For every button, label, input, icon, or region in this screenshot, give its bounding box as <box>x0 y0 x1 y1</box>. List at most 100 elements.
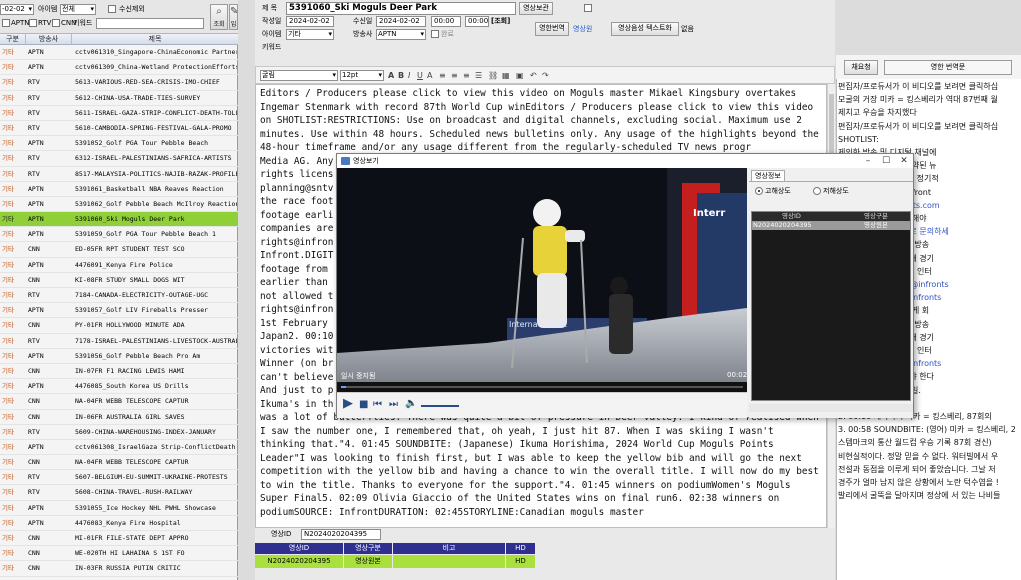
list-item[interactable]: 기타 APTN4476082_Australia Stranded Livesto… <box>0 577 238 580</box>
list-item[interactable]: 기타 RTV 5610-CAMBODIA-SPRING-FESTIVAL-GALA-… <box>0 121 238 137</box>
video-list-row[interactable]: N2024020204395 영상원본 <box>752 221 910 230</box>
grid-cell-hd[interactable]: HD <box>506 555 535 568</box>
broadcaster-select[interactable]: APTN <box>376 29 426 40</box>
font-size-select[interactable]: 12pt <box>340 70 384 81</box>
video-keep-button[interactable]: 영상보관 <box>519 2 553 15</box>
column-header-broadcaster[interactable]: 방송사 <box>26 34 72 45</box>
next-icon[interactable]: ⏭ <box>389 399 398 410</box>
stop-icon[interactable]: ■ <box>359 399 368 410</box>
bold-button-icon[interactable]: B <box>398 71 404 80</box>
list-item[interactable]: 기타 RTV 5608-CHINA-TRAVEL-RUSH-RAILWAY <box>0 485 238 501</box>
list-item[interactable]: 기타 APTN 5391060_Ski Moguls Deer Park <box>0 212 238 228</box>
minimize-icon[interactable]: – <box>859 154 877 168</box>
scroll-thumb[interactable] <box>829 94 834 154</box>
volume-icon[interactable]: 🔈 <box>405 398 417 409</box>
list-item[interactable]: 기타 RTV 7184-CANADA-ELECTRICITY-OUTAGE-UGC <box>0 288 238 304</box>
time-from-input[interactable]: 00:00 <box>431 16 461 27</box>
list-item[interactable]: 기타 APTN 5391057_Golf LIV Fireballs Presser <box>0 303 238 319</box>
query-button[interactable]: ⌕ 조회 <box>210 4 228 30</box>
list-item[interactable]: 기타 APTN 5391052_Golf PGA Tour Pebble Beach <box>0 136 238 152</box>
high-quality-radio[interactable] <box>755 187 763 195</box>
list-item[interactable]: 기타 CNN ED-05FR RPT STUDENT TEST SCO <box>0 242 238 258</box>
tab-transcript[interactable]: 영상원 <box>573 25 592 34</box>
image-icon[interactable]: ▣ <box>516 71 524 80</box>
aptn-checkbox[interactable] <box>2 19 10 27</box>
list-item[interactable]: 기타 APTN cctv061308_IsraelGaza Strip-Confli… <box>0 440 238 456</box>
received-date-input[interactable]: 2024-02-02 <box>376 16 426 27</box>
list-item[interactable]: 기타 RTV 5611-ISRAEL-GAZA-STRIP-CONFLICT-DEA… <box>0 106 238 121</box>
align-left-icon[interactable]: ≡ <box>439 71 446 80</box>
tab-none[interactable]: 없음 <box>681 25 694 34</box>
bold-icon[interactable]: A <box>388 71 394 80</box>
grid-cell-video-type[interactable]: 영상원본 <box>344 555 392 568</box>
redo-icon[interactable]: ↷ <box>542 71 549 80</box>
grid-cell-note[interactable] <box>393 555 505 568</box>
seek-bar[interactable] <box>337 382 747 392</box>
item-select[interactable]: 전체 <box>60 4 96 15</box>
tab-video-info[interactable]: 영상정보 <box>751 170 785 181</box>
undo-icon[interactable]: ↶ <box>530 71 537 80</box>
list-item[interactable]: 기타 CNN IN-03FR RUSSIA PUTIN CRITIC <box>0 561 238 577</box>
input-button[interactable]: ✎ 입력 <box>229 4 238 30</box>
list-item[interactable]: 기타 APTN 4476091_Kenya Fire Police <box>0 258 238 273</box>
list-item[interactable]: 기타 CNN IN-06FR AUSTRALIA GIRL SAVES <box>0 410 238 425</box>
underline-icon[interactable]: U <box>417 71 423 80</box>
list-item[interactable]: 기타 RTV 8517-MALAYSIA-POLITICS-NAJIB-RAZAK-… <box>0 167 238 182</box>
keyword-input[interactable] <box>96 18 204 29</box>
list-item[interactable]: 기타 RTV 6312-ISRAEL-PALESTINIANS-SAFRICA-AR… <box>0 151 238 167</box>
list-item[interactable]: 기타 RTV 5609-CHINA-WAREHOUSING-INDEX-JANUAR… <box>0 425 238 440</box>
list-item[interactable]: 기타 APTN 5391062_Golf Pebble Beach McIlroy … <box>0 197 238 213</box>
list-item[interactable]: 기타 APTN 5391059_Golf PGA Tour Pebble Beach… <box>0 227 238 243</box>
italic-icon[interactable]: I <box>408 71 410 80</box>
list-item[interactable]: 기타 APTN 4476083_Kenya Fire Hospital <box>0 516 238 531</box>
list-item[interactable]: 기타 APTN 5391056_Golf Pebble Beach Pro Am <box>0 349 238 364</box>
play-icon[interactable]: ▶ <box>343 396 353 411</box>
list-item[interactable]: 기타 CNN NA-04FR WEBB TELESCOPE CAPTUR <box>0 455 238 471</box>
list-item[interactable]: 기타 APTN 5391061_Basketball NBA Reaves Reac… <box>0 182 238 197</box>
list-item[interactable]: 기타 CNN PY-01FR HOLLYWOOD MINUTE ADA <box>0 318 238 334</box>
column-header-title[interactable]: 제목 <box>72 34 238 45</box>
list-item[interactable]: 기타 CNN WE-020TH HI LAHAINA S 1ST FO <box>0 546 238 562</box>
list-item[interactable]: 기타 CNN MI-01FR FILE-STATE DEPT APPRO <box>0 531 238 547</box>
list-item[interactable]: 기타 APTN cctv061309_China-Wetland Protectio… <box>0 60 238 76</box>
list-item[interactable]: 기타 RTV 5607-BELGIUM-EU-SUMMIT-UKRAINE-PROT… <box>0 470 238 486</box>
video-frame[interactable]: Interr Internati Healt 일시 중지됨 00:02 <box>337 168 747 382</box>
align-right-icon[interactable]: ≡ <box>463 71 470 80</box>
tab-summary[interactable]: 채요청 <box>844 60 878 75</box>
tab-audio-text[interactable]: 영상음성 텍스트화 <box>611 22 679 36</box>
list-item[interactable]: 기타 CNN KI-08FR STUDY SMALL DOGS WIT <box>0 273 238 288</box>
list-item[interactable]: 기타 APTN cctv061310_Singapore-ChinaEconomic… <box>0 45 238 61</box>
column-header-category[interactable]: 구분 <box>0 34 26 45</box>
list-item[interactable]: 기타 RTV 7178-ISRAEL-PALESTINIANS-LIVESTOCK-… <box>0 334 238 349</box>
form-query-button[interactable]: [조회] <box>491 17 510 26</box>
form-item-select[interactable]: 기타 <box>286 29 334 40</box>
date-select[interactable]: -02-02 <box>0 4 34 15</box>
unreceived-checkbox[interactable] <box>108 5 116 13</box>
side-hscrollbar[interactable] <box>749 404 913 412</box>
tab-video-translation[interactable]: 영한번역 <box>535 22 569 36</box>
list-item[interactable]: 기타 APTN 5391055_Ice Hockey NHL PWHL Showca… <box>0 501 238 516</box>
created-date-input[interactable]: 2024-02-02 <box>286 16 334 27</box>
grid-cell-video-id[interactable]: N2024020204395 <box>255 555 343 568</box>
list-item[interactable]: 기타 CNN IN-07FR F1 RACING LEWIS HAMI <box>0 364 238 380</box>
cnn-checkbox[interactable] <box>52 19 60 27</box>
keep-checkbox[interactable] <box>584 4 592 12</box>
list-item[interactable]: 기타 RTV 5613-VARIOUS-RED-SEA-CRISIS-IMO-CHI… <box>0 75 238 91</box>
list-item[interactable]: 기타 RTV 5612-CHINA-USA-TRADE-TIES-SURVEY <box>0 91 238 106</box>
title-input[interactable]: 5391060_Ski Moguls Deer Park <box>286 2 516 15</box>
player-title-bar[interactable]: 영상보기 – ☐ ✕ <box>337 154 913 168</box>
maximize-icon[interactable]: ☐ <box>877 154 895 168</box>
link-icon[interactable]: ⛓ <box>488 71 498 80</box>
low-quality-radio[interactable] <box>813 187 821 195</box>
tab-korean-translation[interactable]: 영한 번역문 <box>884 60 1012 75</box>
time-to-input[interactable]: 00:00 <box>465 16 489 27</box>
previous-icon[interactable]: ⏮ <box>373 399 382 410</box>
text-color-icon[interactable]: A <box>427 71 432 80</box>
rtv-checkbox[interactable] <box>29 19 37 27</box>
video-id-field[interactable]: N2024020204395 <box>301 529 381 540</box>
complete-checkbox[interactable] <box>431 30 439 38</box>
font-select[interactable]: 굴림 <box>260 70 338 81</box>
list-item[interactable]: 기타 CNN NA-04FR WEBB TELESCOPE CAPTUR <box>0 394 238 410</box>
close-icon[interactable]: ✕ <box>895 154 913 168</box>
volume-slider[interactable] <box>421 405 459 407</box>
